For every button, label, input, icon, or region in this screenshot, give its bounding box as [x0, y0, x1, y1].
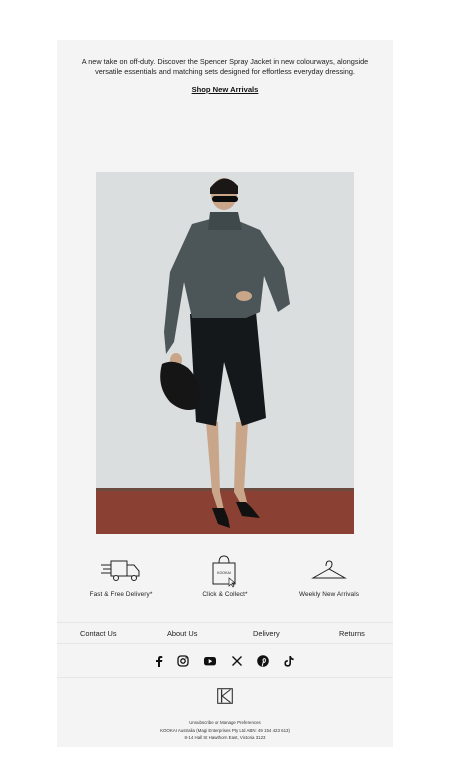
shop-new-arrivals-link[interactable]: Shop New Arrivals — [57, 85, 393, 94]
company-address: 8-14 Hall St Hawthorn East, Victoria 312… — [184, 735, 266, 741]
unsubscribe-link[interactable]: Unsubscribe or Manage Preferences — [57, 719, 393, 727]
about-us-link[interactable]: About Us — [167, 629, 197, 638]
hero-image[interactable] — [96, 172, 354, 534]
intro-text: A new take on off-duty. Discover the Spe… — [81, 57, 369, 76]
footer-divider — [57, 677, 393, 678]
feature-click-collect-label: Click & Collect* — [202, 591, 248, 598]
instagram-icon[interactable] — [176, 654, 190, 668]
features-row: Fast & Free Delivery* KOOKAI Click & Col… — [57, 552, 393, 618]
x-icon[interactable] — [230, 654, 244, 668]
feature-delivery[interactable]: Fast & Free Delivery* — [65, 552, 177, 598]
company-info: KOOKAI Australia (Magi Enterprises Pty L… — [160, 727, 290, 733]
feature-click-collect[interactable]: KOOKAI Click & Collect* — [169, 552, 281, 598]
youtube-icon[interactable] — [203, 654, 217, 668]
footer-nav: Contact Us About Us Delivery Returns — [57, 622, 393, 644]
feature-new-arrivals-label: Weekly New Arrivals — [298, 591, 360, 598]
returns-link[interactable]: Returns — [339, 629, 365, 638]
tiktok-icon[interactable] — [282, 654, 296, 668]
feature-delivery-label: Fast & Free Delivery* — [89, 591, 153, 598]
feature-new-arrivals[interactable]: Weekly New Arrivals — [273, 552, 385, 598]
model-photo — [96, 172, 354, 534]
legal-footer: Unsubscribe or Manage Preferences KOOKAI… — [57, 719, 393, 742]
pinterest-icon[interactable] — [256, 654, 270, 668]
brand-logo[interactable] — [217, 688, 233, 704]
delivery-link[interactable]: Delivery — [253, 629, 280, 638]
bag-brand-text: KOOKAI — [217, 571, 231, 575]
shopping-bag-icon: KOOKAI — [212, 555, 236, 588]
social-links — [57, 654, 393, 670]
email-body: A new take on off-duty. Discover the Spe… — [57, 40, 393, 747]
contact-us-link[interactable]: Contact Us — [80, 629, 117, 638]
clothes-hanger-icon — [311, 560, 347, 579]
facebook-icon[interactable] — [152, 654, 166, 668]
delivery-truck-icon — [101, 560, 140, 581]
